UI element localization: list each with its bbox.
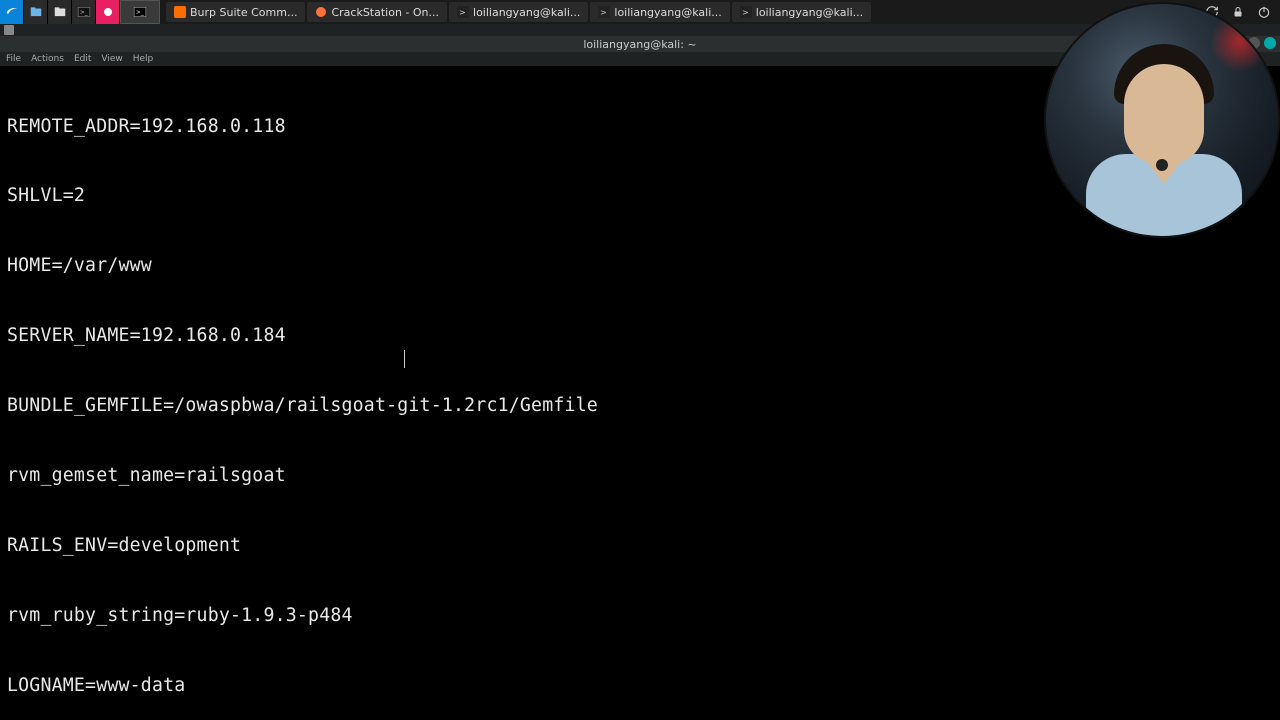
taskbar-app-label: loiliangyang@kali... <box>756 6 863 19</box>
burp-icon <box>174 6 186 18</box>
env-line: HOME=/var/www <box>7 254 1273 277</box>
menu-actions[interactable]: Actions <box>31 54 64 64</box>
taskbar-app-burp[interactable]: Burp Suite Comm... <box>166 2 305 22</box>
menu-help[interactable]: Help <box>133 54 154 64</box>
cherrytree-icon[interactable] <box>96 0 120 24</box>
terminal-icon: > <box>457 6 469 18</box>
taskbar-launchers: >_ >_ <box>0 0 160 24</box>
env-line: BUNDLE_GEMFILE=/owaspbwa/railsgoat-git-1… <box>7 394 1273 417</box>
text-caret-icon <box>404 350 405 368</box>
env-line: SERVER_NAME=192.168.0.184 <box>7 324 1273 347</box>
terminal-icon: > <box>598 6 610 18</box>
firefox-icon <box>315 6 327 18</box>
taskbar-app-terminal-3[interactable]: > loiliangyang@kali... <box>732 2 871 22</box>
svg-text:>: > <box>600 8 607 17</box>
taskbar-running-apps: Burp Suite Comm... CrackStation - On... … <box>166 2 871 22</box>
env-line: LOGNAME=www-data <box>7 674 1273 697</box>
env-line: RAILS_ENV=development <box>7 534 1273 557</box>
svg-text:>: > <box>459 8 466 17</box>
svg-text:>_: >_ <box>79 10 87 16</box>
terminal-active-icon[interactable]: >_ <box>120 0 160 24</box>
menu-file[interactable]: File <box>6 54 21 64</box>
presenter-face <box>1124 64 1204 164</box>
menu-edit[interactable]: Edit <box>74 54 91 64</box>
tab-document-icon[interactable] <box>4 25 14 35</box>
taskbar-app-terminal-2[interactable]: > loiliangyang@kali... <box>590 2 729 22</box>
window-title: loiliangyang@kali: ~ <box>583 38 696 51</box>
taskbar-app-crackstation[interactable]: CrackStation - On... <box>307 2 447 22</box>
taskbar-app-label: loiliangyang@kali... <box>473 6 580 19</box>
folder-icon[interactable] <box>48 0 72 24</box>
webcam-overlay <box>1044 2 1280 238</box>
env-line: rvm_gemset_name=railsgoat <box>7 464 1273 487</box>
desktop-taskbar: >_ >_ Burp Suite Comm... CrackStation - … <box>0 0 1280 24</box>
kali-menu-icon[interactable] <box>0 0 24 24</box>
taskbar-app-label: Burp Suite Comm... <box>190 6 297 19</box>
menu-view[interactable]: View <box>101 54 122 64</box>
file-manager-icon[interactable] <box>24 0 48 24</box>
taskbar-app-label: CrackStation - On... <box>331 6 439 19</box>
microphone-icon <box>1156 159 1168 171</box>
taskbar-app-terminal-1[interactable]: > loiliangyang@kali... <box>449 2 588 22</box>
env-line: rvm_ruby_string=ruby-1.9.3-p484 <box>7 604 1273 627</box>
svg-text:>_: >_ <box>136 10 144 16</box>
taskbar-app-label: loiliangyang@kali... <box>614 6 721 19</box>
terminal-icon: > <box>740 6 752 18</box>
svg-text:>: > <box>742 8 749 17</box>
terminal-launcher-icon[interactable]: >_ <box>72 0 96 24</box>
